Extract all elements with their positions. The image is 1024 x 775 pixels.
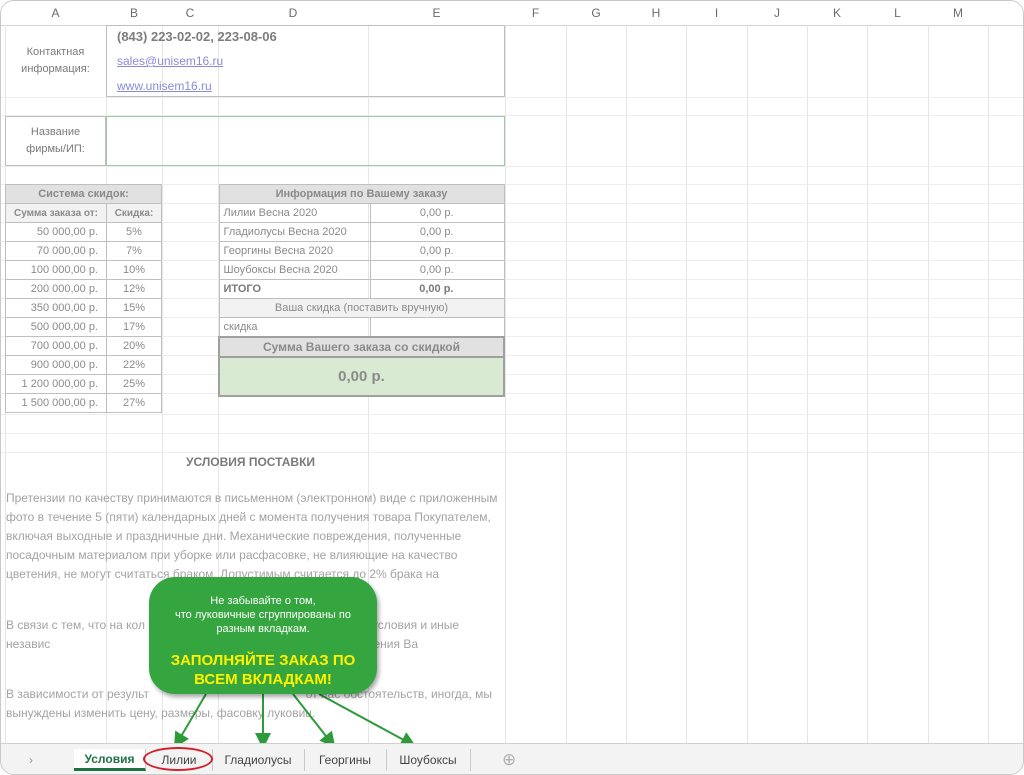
- spreadsheet-window: A B C D E F G H I J K L M Контактная инф…: [0, 0, 1024, 775]
- highlight-ring: [143, 747, 213, 771]
- tab-conditions[interactable]: Условия: [74, 749, 146, 771]
- add-sheet-icon[interactable]: ⊕: [502, 750, 516, 770]
- arrow-to-showboxes: [318, 693, 417, 747]
- tab-scroll-icon[interactable]: ›: [29, 753, 33, 767]
- tab-showboxes[interactable]: Шоубоксы: [386, 749, 471, 771]
- callout-bubble: Не забывайте о том, что луковичные сгруп…: [149, 577, 377, 694]
- arrow-to-dahlias: [292, 693, 336, 749]
- tab-dahlias[interactable]: Георгины: [304, 749, 387, 771]
- tab-gladioli[interactable]: Гладиолусы: [212, 749, 305, 771]
- arrow-to-lilies: [173, 693, 207, 749]
